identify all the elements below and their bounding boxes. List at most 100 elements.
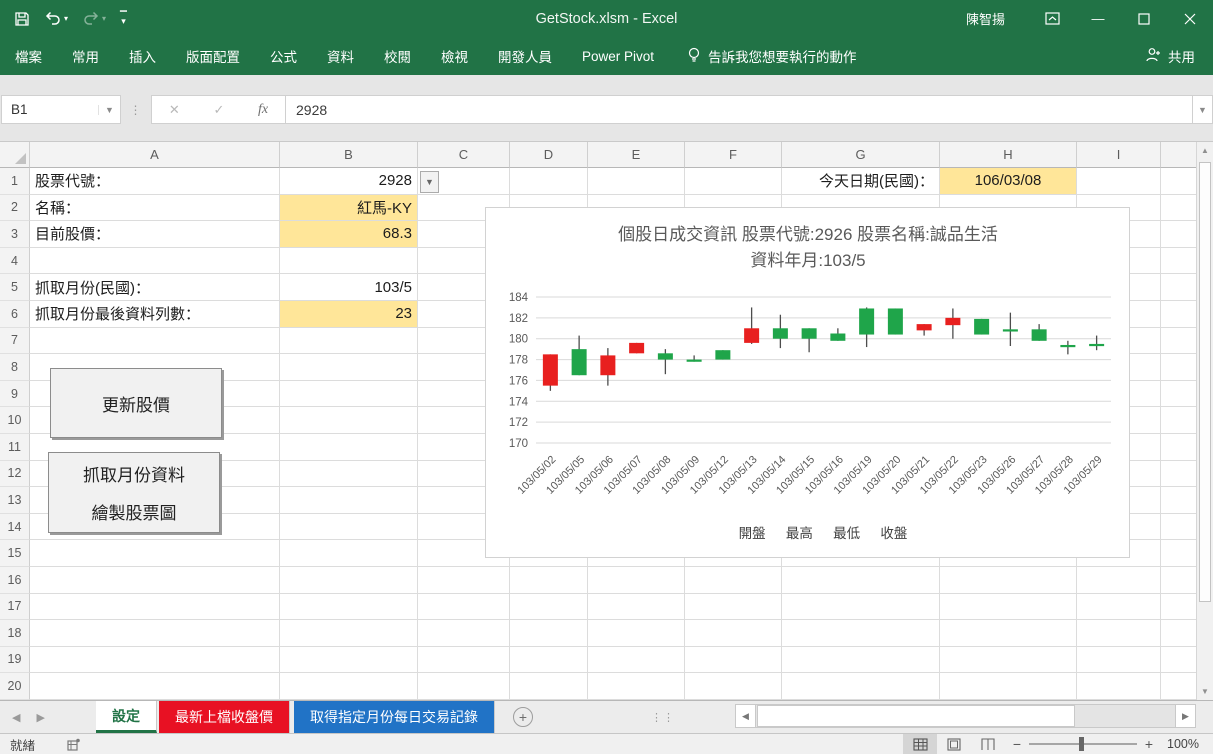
cell-B14[interactable] [280, 514, 418, 541]
row-header-13[interactable]: 13 [0, 487, 30, 514]
cell-H1[interactable]: 106/03/08 [940, 168, 1077, 195]
zoom-slider-thumb[interactable] [1079, 737, 1084, 751]
cell-stub[interactable] [1161, 168, 1196, 195]
cell-B7[interactable] [280, 328, 418, 355]
ribbon-tab-insert[interactable]: 插入 [114, 37, 171, 75]
formula-bar-expand-icon[interactable]: ▼ [1193, 95, 1213, 124]
cell-C16[interactable] [418, 567, 510, 594]
cell-A17[interactable] [30, 594, 280, 621]
cell-stub[interactable] [1161, 195, 1196, 222]
horizontal-scroll-thumb[interactable] [757, 705, 1075, 727]
sheet-tab-1[interactable]: 最新上檔收盤價 [159, 701, 290, 733]
row-header-10[interactable]: 10 [0, 407, 30, 434]
cell-A4[interactable] [30, 248, 280, 275]
column-header-F[interactable]: F [685, 142, 782, 168]
cell-stub[interactable] [1161, 301, 1196, 328]
fetch-month-draw-chart-button[interactable]: 抓取月份資料繪製股票圖 [48, 452, 220, 533]
sheet-nav-right-icon[interactable]: ▶ [36, 711, 44, 724]
cell-D18[interactable] [510, 620, 588, 647]
sheet-tab-0[interactable]: 設定 [96, 701, 157, 733]
row-header-6[interactable]: 6 [0, 301, 30, 328]
cell-stub[interactable] [1161, 221, 1196, 248]
cell-C19[interactable] [418, 647, 510, 674]
cell-C18[interactable] [418, 620, 510, 647]
cell-A19[interactable] [30, 647, 280, 674]
cell-D17[interactable] [510, 594, 588, 621]
row-header-18[interactable]: 18 [0, 620, 30, 647]
formula-input[interactable]: 2928 [286, 95, 1193, 124]
cell-I1[interactable] [1077, 168, 1161, 195]
cell-G19[interactable] [782, 647, 940, 674]
cell-B13[interactable] [280, 487, 418, 514]
scroll-right-icon[interactable]: ▶ [1175, 704, 1196, 728]
cell-E16[interactable] [588, 567, 685, 594]
cell-C17[interactable] [418, 594, 510, 621]
zoom-in-button[interactable]: + [1137, 736, 1161, 752]
cell-G20[interactable] [782, 673, 940, 700]
sheet-nav-left-icon[interactable]: ◀ [12, 711, 20, 724]
maximize-button[interactable] [1121, 0, 1167, 37]
cell-D19[interactable] [510, 647, 588, 674]
cell-B16[interactable] [280, 567, 418, 594]
row-header-19[interactable]: 19 [0, 647, 30, 674]
ribbon-tab-formulas[interactable]: 公式 [255, 37, 312, 75]
cell-B11[interactable] [280, 434, 418, 461]
update-price-button[interactable]: 更新股價 [50, 368, 222, 438]
row-header-20[interactable]: 20 [0, 673, 30, 700]
cell-B3[interactable]: 68.3 [280, 221, 418, 248]
view-page-layout-button[interactable] [937, 734, 971, 754]
cell-B9[interactable] [280, 381, 418, 408]
column-header-D[interactable]: D [510, 142, 588, 168]
column-header-I[interactable]: I [1077, 142, 1161, 168]
cell-stub[interactable] [1161, 248, 1196, 275]
cell-stub[interactable] [1161, 673, 1196, 700]
cell-stub[interactable] [1161, 274, 1196, 301]
cell-stub[interactable] [1161, 594, 1196, 621]
cell-D16[interactable] [510, 567, 588, 594]
row-header-2[interactable]: 2 [0, 195, 30, 222]
cell-E1[interactable] [588, 168, 685, 195]
row-header-1[interactable]: 1 [0, 168, 30, 195]
ribbon-tab-power-pivot[interactable]: Power Pivot [567, 37, 669, 75]
cell-A1[interactable]: 股票代號： [30, 168, 280, 195]
cell-B15[interactable] [280, 540, 418, 567]
vertical-scroll-thumb[interactable] [1199, 162, 1211, 602]
cell-E17[interactable] [588, 594, 685, 621]
cell-I17[interactable] [1077, 594, 1161, 621]
name-box[interactable]: B1 ▼ [1, 95, 121, 124]
cell-A3[interactable]: 目前股價： [30, 221, 280, 248]
cell-stub[interactable] [1161, 487, 1196, 514]
cell-H20[interactable] [940, 673, 1077, 700]
cell-B1[interactable]: 2928 [280, 168, 418, 195]
cell-C20[interactable] [418, 673, 510, 700]
view-normal-button[interactable] [903, 734, 937, 754]
cell-A2[interactable]: 名稱： [30, 195, 280, 222]
row-header-14[interactable]: 14 [0, 514, 30, 541]
cell-A6[interactable]: 抓取月份最後資料列數： [30, 301, 280, 328]
cell-A18[interactable] [30, 620, 280, 647]
cell-stub[interactable] [1161, 381, 1196, 408]
row-header-7[interactable]: 7 [0, 328, 30, 355]
ribbon-tab-view[interactable]: 檢視 [426, 37, 483, 75]
column-header-B[interactable]: B [280, 142, 418, 168]
cell-A15[interactable] [30, 540, 280, 567]
column-header-A[interactable]: A [30, 142, 280, 168]
row-header-4[interactable]: 4 [0, 248, 30, 275]
cell-F19[interactable] [685, 647, 782, 674]
sheet-tab-2[interactable]: 取得指定月份每日交易記錄 [294, 701, 495, 733]
zoom-level-label[interactable]: 100% [1161, 737, 1213, 751]
cell-B8[interactable] [280, 354, 418, 381]
share-button[interactable]: 共用 [1145, 46, 1213, 66]
horizontal-scroll-track[interactable] [756, 704, 1175, 728]
close-button[interactable] [1167, 0, 1213, 37]
row-header-16[interactable]: 16 [0, 567, 30, 594]
row-header-11[interactable]: 11 [0, 434, 30, 461]
horizontal-scrollbar[interactable]: ◀ ▶ [735, 704, 1196, 728]
row-header-17[interactable]: 17 [0, 594, 30, 621]
cell-A20[interactable] [30, 673, 280, 700]
cell-B2[interactable]: 紅馬-KY [280, 195, 418, 222]
user-name[interactable]: 陳智揚 [942, 9, 1029, 28]
row-header-12[interactable]: 12 [0, 461, 30, 488]
tabbar-splitter[interactable]: ⋮⋮ [651, 711, 675, 724]
cell-F1[interactable] [685, 168, 782, 195]
